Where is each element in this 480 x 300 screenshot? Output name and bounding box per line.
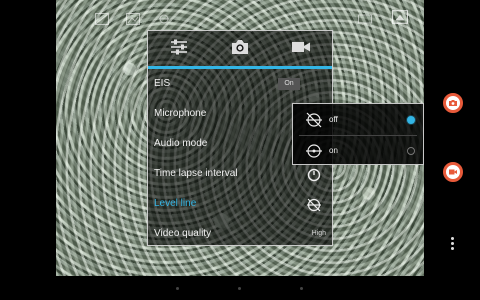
photo-shutter-button[interactable] (443, 93, 463, 113)
image-icon (126, 12, 140, 25)
nav-recent-indicator[interactable] (300, 287, 303, 290)
camera-icon (230, 38, 250, 61)
popup-option-label: on (329, 146, 338, 155)
setting-row-eis[interactable]: EIS On (148, 70, 332, 100)
level-line-on-icon (305, 142, 323, 160)
video-quality-value: High (311, 230, 326, 237)
level-line-popup: off on (292, 103, 424, 165)
tab-video-settings[interactable] (270, 31, 331, 67)
navigation-bar (0, 276, 480, 300)
hdr-icon (358, 12, 372, 24)
popup-option-label: off (329, 115, 338, 124)
setting-label: Video quality (154, 228, 212, 239)
nav-home-indicator[interactable] (238, 287, 241, 290)
left-black-bar (0, 0, 56, 276)
radio-selected[interactable] (407, 116, 415, 124)
timer-icon (306, 167, 322, 183)
setting-label: EIS (154, 78, 171, 89)
setting-label: Time lapse interval (154, 168, 238, 179)
setting-label: Microphone (154, 108, 207, 119)
sliders-icon (169, 38, 189, 61)
scene-icon (157, 12, 171, 24)
level-line-off-icon (305, 111, 323, 129)
video-camera-icon (291, 38, 311, 61)
overflow-menu-button[interactable] (448, 236, 458, 252)
thumbnail-icon[interactable] (392, 10, 408, 24)
right-control-bar (424, 0, 480, 276)
nav-back-indicator[interactable] (176, 287, 179, 290)
setting-row-level-line[interactable]: Level line (148, 190, 332, 220)
video-record-button[interactable] (443, 162, 463, 182)
popup-option-off[interactable]: off (293, 105, 423, 135)
setting-label: Audio mode (154, 138, 208, 149)
tab-general-settings[interactable] (148, 31, 209, 67)
level-line-off-icon (306, 197, 322, 213)
exposure-icon (95, 12, 109, 25)
eis-toggle[interactable]: On (278, 78, 300, 90)
setting-row-video-quality[interactable]: Video quality High (148, 220, 332, 250)
tab-indicator-line (148, 66, 332, 69)
setting-label: Level line (154, 198, 197, 209)
radio-unselected[interactable] (407, 147, 415, 155)
settings-tab-row (148, 31, 332, 69)
popup-option-on[interactable]: on (293, 136, 423, 166)
tab-photo-settings[interactable] (209, 31, 270, 67)
